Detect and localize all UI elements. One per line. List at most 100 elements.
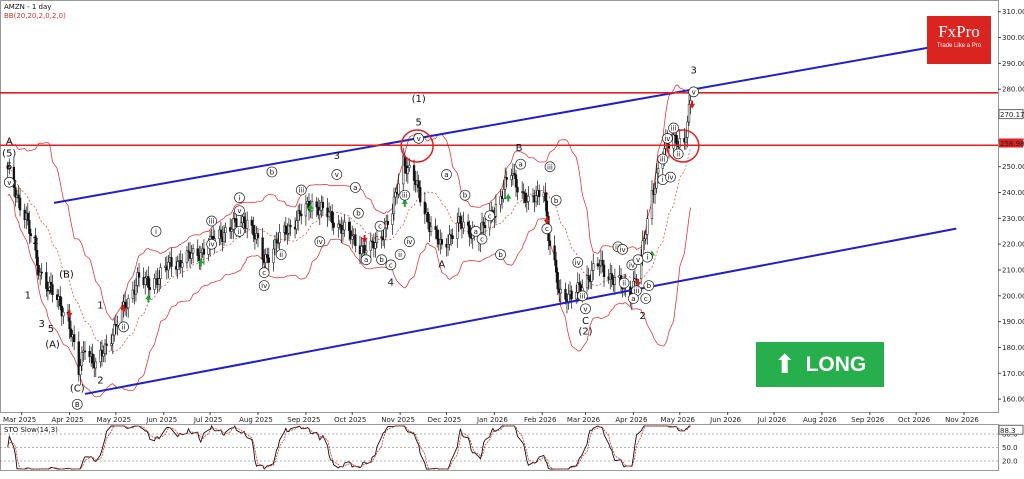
candle-body [153, 278, 156, 290]
y-tick-label: 160.00 [1002, 396, 1024, 404]
wave-label: (B) [59, 270, 74, 281]
candle-body [380, 236, 383, 239]
wave-label: ii [238, 228, 242, 236]
candle-body [459, 216, 462, 224]
y-tick-label: 170.00 [1002, 370, 1024, 378]
candle-body [59, 296, 62, 307]
wave-label: A [438, 259, 445, 270]
x-tick-label: May 2025 [97, 416, 132, 424]
wave-label: v [237, 207, 241, 215]
candle-body [406, 167, 410, 174]
candle-body [315, 201, 318, 208]
candle-body [354, 234, 357, 247]
wave-label: (5) [2, 148, 16, 159]
wave-label: ii [622, 279, 626, 287]
candle-body [176, 261, 179, 270]
candle-body [534, 195, 538, 203]
candle-body [440, 239, 443, 245]
candle-body [644, 234, 647, 240]
candle-body [267, 257, 270, 263]
candle-body [170, 257, 173, 267]
candle-body [28, 220, 31, 234]
wave-label: b [554, 197, 559, 205]
candle-body [386, 220, 389, 225]
wave-label: ii [398, 251, 402, 259]
candle-body [548, 240, 552, 247]
wave-label: iii [671, 125, 677, 133]
candle-body [190, 252, 193, 259]
y-tick-label: 210.00 [1002, 266, 1024, 274]
candle-body [196, 248, 199, 257]
candle-body [26, 212, 29, 221]
candle-body [592, 263, 595, 271]
candle-body [252, 225, 255, 236]
wave-label: i [155, 228, 157, 236]
candle-body [332, 222, 335, 228]
wave-label: iv [317, 238, 323, 246]
sto-level-label: 20.0 [1002, 458, 1018, 466]
candle-body [278, 232, 281, 244]
signal-down-arrow [66, 309, 73, 318]
candle-body [230, 229, 233, 232]
candle-body [250, 219, 253, 226]
x-tick-label: Jul 2025 [193, 416, 223, 424]
candle-body [570, 290, 573, 300]
wave-label: a [631, 295, 635, 303]
candle-body [62, 311, 65, 317]
candle-body [419, 187, 422, 203]
long-label: LONG [805, 352, 867, 376]
candle-body [426, 212, 430, 223]
candle-body [559, 289, 562, 294]
wave-label: b [498, 251, 503, 259]
candle-body [672, 134, 675, 149]
candle-body [392, 196, 396, 215]
y-tick-label: 200.00 [1002, 292, 1024, 300]
candle-body [347, 221, 351, 231]
x-tick-label: Oct 2026 [898, 416, 931, 424]
wave-label: iii [402, 192, 408, 200]
wave-label: v [335, 171, 339, 179]
y-tick-label: 230.00 [1002, 215, 1024, 223]
wave-label: v [636, 256, 640, 264]
candle-body [456, 222, 459, 239]
wave-label: ii [122, 323, 126, 331]
candle-body [148, 287, 152, 290]
wave-label: c [262, 269, 266, 277]
y-tick-label: 290.00 [1002, 60, 1024, 68]
x-tick-label: Apr 2025 [51, 416, 83, 424]
candle-body [341, 229, 345, 234]
candle-body [482, 221, 485, 226]
x-tick-label: Mar 2026 [567, 416, 601, 424]
wave-label: c [545, 225, 549, 233]
candle-body [684, 137, 688, 143]
x-tick-label: Sep 2026 [851, 416, 885, 424]
x-tick-label: Aug 2025 [239, 416, 273, 424]
candle-body [224, 227, 227, 233]
candle-body [266, 254, 269, 259]
y-tick-label: 300.00 [1002, 34, 1024, 42]
candle-body [483, 225, 487, 229]
sto-current-label: 88.3 [1000, 427, 1016, 435]
x-tick-label: Jul 2026 [757, 416, 787, 424]
price-tag-label: 270.17 [1000, 111, 1024, 119]
wave-label: 4 [46, 285, 52, 296]
candle-body [524, 193, 527, 203]
candle-body [448, 234, 451, 245]
wave-label: b [270, 168, 275, 176]
wave-label: v [7, 179, 11, 187]
y-tick-label: 220.00 [1002, 241, 1024, 249]
sto-label: STO Slow(14,3) [4, 426, 58, 434]
x-tick-label: Oct 2025 [334, 416, 366, 424]
candle-body [656, 168, 660, 174]
candle-body [653, 187, 657, 195]
candle-body [434, 226, 437, 230]
brand-name: FxPro [938, 22, 980, 41]
wave-label: iii [298, 187, 304, 195]
candle-body [275, 239, 278, 244]
wave-label: iii [547, 163, 553, 171]
candle-body [79, 365, 82, 375]
x-tick-label: Feb 2026 [524, 416, 557, 424]
x-tick-label: Sep 2025 [287, 416, 320, 424]
wave-label: (C) [70, 383, 85, 394]
candle-body [73, 334, 76, 342]
